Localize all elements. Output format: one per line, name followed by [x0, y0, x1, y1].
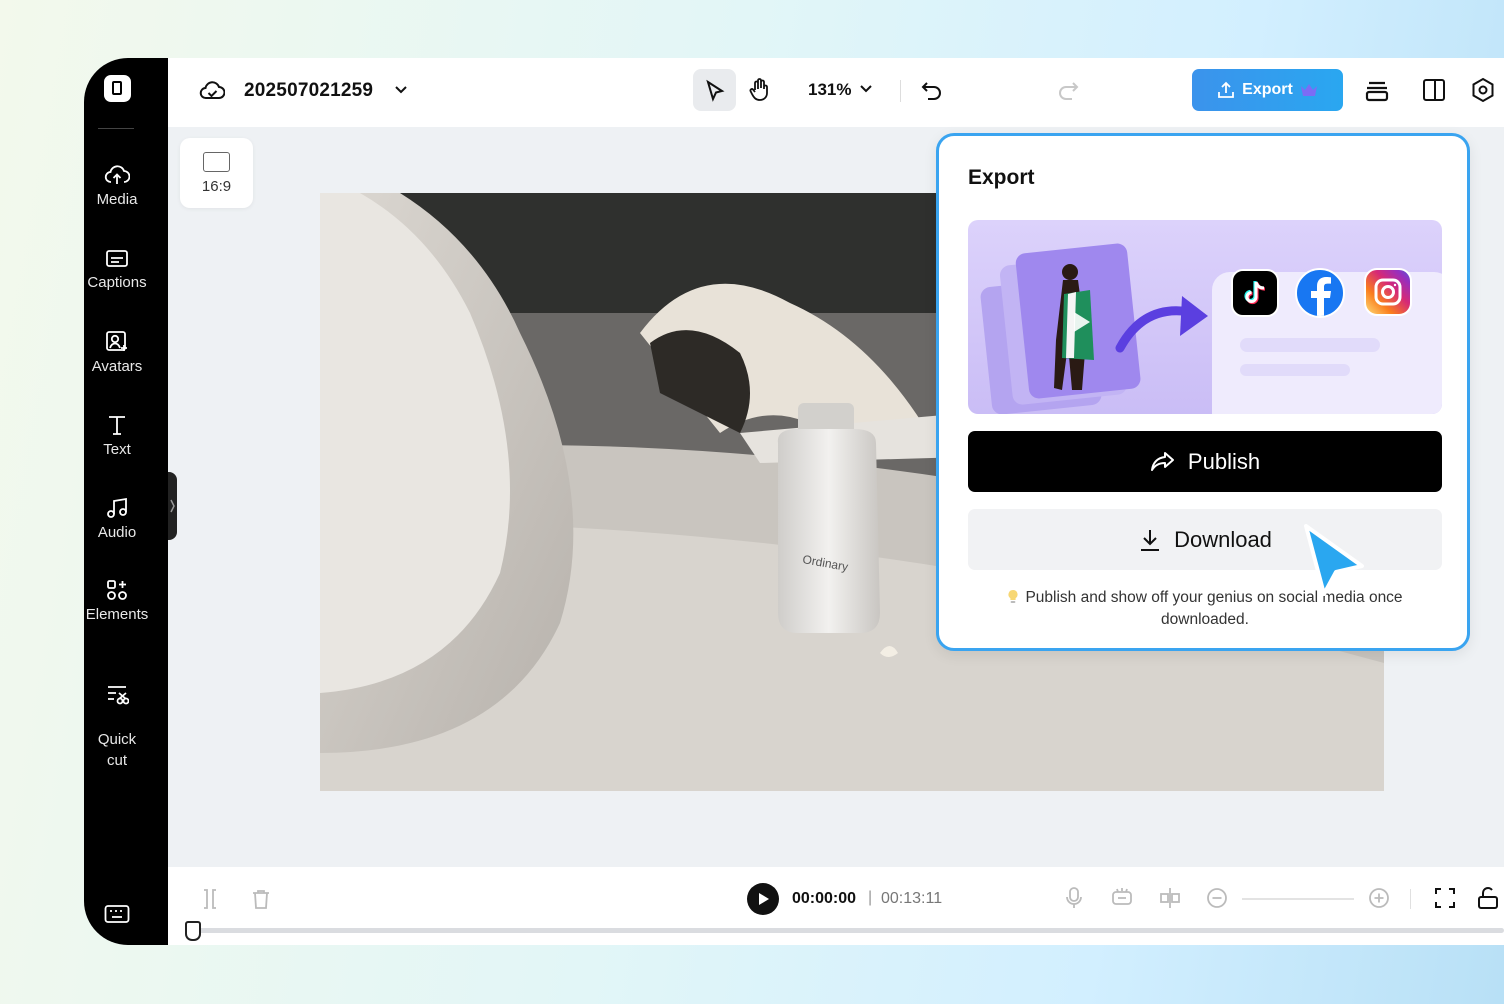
sidebar-item-label: Elements	[85, 606, 149, 623]
split-icon[interactable]	[200, 888, 220, 915]
current-time: 00:00:00	[792, 890, 857, 907]
sidebar-item-label: Captions	[87, 274, 147, 291]
publish-label: Publish	[1187, 448, 1261, 474]
layers-icon[interactable]	[1364, 78, 1390, 109]
pointer-icon	[706, 79, 725, 102]
lock-icon[interactable]	[1476, 886, 1500, 915]
elements-icon	[107, 580, 127, 600]
zoom-level: 131%	[808, 80, 852, 99]
fullscreen-icon[interactable]	[1434, 887, 1456, 914]
sidebar: Media Captions Avatars Text Audio Elemen…	[84, 58, 168, 945]
chevron-down-icon	[860, 85, 872, 93]
instagram-icon	[1364, 268, 1412, 316]
sidebar-collapse-handle[interactable]	[168, 472, 177, 540]
export-panel: Export Publish Download Publish and show…	[936, 133, 1470, 651]
export-button[interactable]: Export	[1192, 69, 1343, 111]
publish-button[interactable]: Publish	[968, 431, 1442, 492]
zoom-out-icon[interactable]	[1206, 887, 1228, 914]
undo-icon[interactable]	[920, 79, 944, 106]
aspect-ratio-button[interactable]: 16:9	[180, 138, 253, 208]
sidebar-item-captions[interactable]: Captions	[84, 248, 150, 293]
play-button[interactable]	[747, 883, 779, 915]
sidebar-item-media[interactable]: Media	[84, 163, 150, 210]
sidebar-item-text[interactable]: Text	[84, 413, 150, 460]
cursor-pointer-icon	[1300, 522, 1370, 601]
sidebar-item-label: Text	[103, 441, 131, 458]
playhead-handle[interactable]	[185, 921, 201, 941]
app-logo[interactable]	[104, 75, 131, 102]
quick-cut-icon	[108, 686, 129, 705]
settings-icon[interactable]	[1470, 77, 1496, 108]
share-arrow-icon	[1150, 451, 1174, 471]
download-icon	[1141, 529, 1160, 551]
select-tool-button[interactable]	[693, 69, 736, 111]
tiktok-icon	[1231, 269, 1279, 317]
publish-promo-illustration	[968, 220, 1442, 414]
sidebar-item-quick-cut[interactable]: Quick cut	[84, 661, 150, 771]
music-note-icon	[107, 497, 127, 518]
download-button[interactable]: Download	[968, 509, 1442, 570]
sidebar-item-audio[interactable]: Audio	[84, 496, 150, 543]
export-panel-title: Export	[968, 166, 1035, 189]
crown-icon	[1300, 84, 1317, 96]
upload-icon	[1218, 81, 1235, 98]
aspect-ratio-label: 16:9	[201, 178, 232, 195]
lightbulb-icon	[1008, 589, 1018, 603]
sidebar-item-label: Quick cut	[97, 731, 137, 769]
sidebar-divider	[98, 128, 134, 129]
panel-layout-icon[interactable]	[1422, 78, 1446, 107]
redo-icon[interactable]	[1056, 79, 1080, 106]
sidebar-item-label: Media	[96, 191, 138, 208]
time-separator: |	[868, 889, 873, 906]
delete-icon[interactable]	[250, 888, 272, 915]
timeline-track[interactable]	[192, 928, 1504, 933]
export-label: Export	[1242, 81, 1293, 98]
timeline-zoom-slider[interactable]	[1242, 898, 1354, 900]
sidebar-item-label: Audio	[97, 524, 137, 541]
timeline-bar: 00:00:00 | 00:13:11	[168, 867, 1504, 945]
text-icon	[109, 416, 125, 435]
cloud-save-icon[interactable]	[199, 78, 226, 107]
download-label: Download	[1174, 526, 1272, 552]
captions-icon	[106, 250, 128, 267]
avatar-icon	[106, 331, 127, 351]
project-name[interactable]: 202507021259	[244, 80, 373, 102]
hand-tool-icon[interactable]	[748, 77, 772, 108]
aspect-ratio-icon	[203, 152, 230, 172]
toolbar-divider	[900, 80, 901, 102]
zoom-dropdown[interactable]: 131%	[808, 80, 873, 100]
ai-enhance-icon[interactable]	[1110, 886, 1134, 915]
chevron-down-icon[interactable]	[393, 83, 409, 102]
toolbar-divider	[1410, 889, 1411, 909]
cloud-upload-icon	[104, 165, 130, 184]
facebook-icon	[1295, 268, 1345, 318]
keyboard-shortcuts-icon[interactable]	[104, 904, 130, 929]
sidebar-item-elements[interactable]: Elements	[84, 578, 150, 625]
sidebar-item-label: Avatars	[91, 358, 143, 375]
microphone-icon[interactable]	[1064, 886, 1084, 915]
split-clip-icon[interactable]	[1158, 886, 1182, 915]
sidebar-item-avatars[interactable]: Avatars	[84, 330, 150, 377]
top-toolbar: 202507021259 131% Export	[168, 58, 1504, 127]
zoom-in-icon[interactable]	[1368, 887, 1390, 914]
total-time: 00:13:11	[881, 890, 943, 907]
